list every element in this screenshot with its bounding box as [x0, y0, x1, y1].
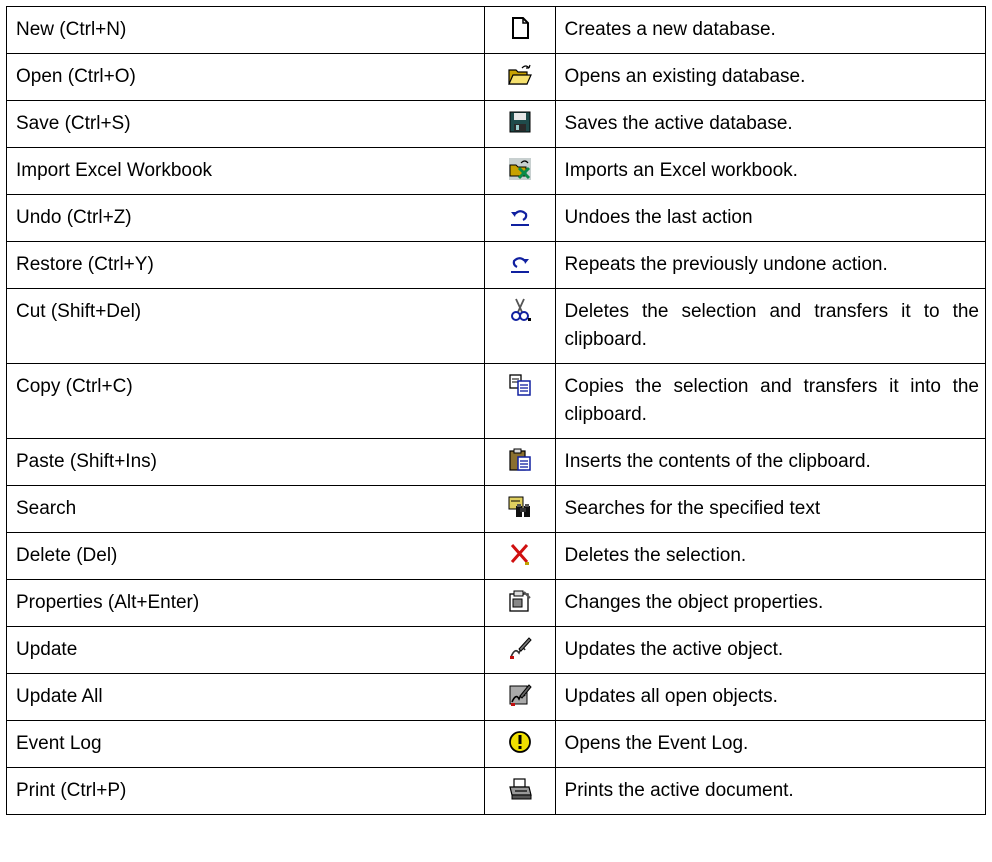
- command-description: Searches for the specified text: [554, 485, 987, 533]
- command-description: Deletes the selection and transfers it t…: [554, 288, 987, 364]
- command-description: Deletes the selection.: [554, 532, 987, 580]
- command-name: Copy (Ctrl+C): [5, 363, 486, 439]
- command-name: Restore (Ctrl+Y): [5, 241, 486, 289]
- command-description: Imports an Excel workbook.: [554, 147, 987, 195]
- table-row: Undo (Ctrl+Z) Undoes the last action: [5, 194, 987, 242]
- open-folder-icon: [507, 62, 533, 88]
- command-name: Cut (Shift+Del): [5, 288, 486, 364]
- table-row: Import Excel Workbook Imports an Excel w…: [5, 147, 987, 195]
- command-name: Paste (Shift+Ins): [5, 438, 486, 486]
- table-row: Open (Ctrl+O) Opens an existing database…: [5, 53, 987, 101]
- warning-exclamation-icon: [507, 729, 533, 755]
- table-row: Save (Ctrl+S) Saves the active database.: [5, 100, 987, 148]
- command-description: Prints the active document.: [554, 767, 987, 815]
- command-table: New (Ctrl+N) Creates a new database. Ope…: [5, 6, 987, 815]
- command-description: Saves the active database.: [554, 100, 987, 148]
- table-row: Print (Ctrl+P) Prints the active documen…: [5, 767, 987, 815]
- new-document-icon: [507, 15, 533, 41]
- command-name: New (Ctrl+N): [5, 6, 486, 54]
- command-name: Delete (Del): [5, 532, 486, 580]
- command-name: Update All: [5, 673, 486, 721]
- command-name: Update: [5, 626, 486, 674]
- import-excel-icon: [507, 156, 533, 182]
- table-row: Update Updates the active object.: [5, 626, 987, 674]
- properties-icon: [507, 588, 533, 614]
- command-description: Repeats the previously undone action.: [554, 241, 987, 289]
- binoculars-search-icon: [507, 494, 533, 520]
- table-row: New (Ctrl+N) Creates a new database.: [5, 6, 987, 54]
- table-row: Copy (Ctrl+C) Copies the selection and t…: [5, 363, 987, 439]
- command-name: Save (Ctrl+S): [5, 100, 486, 148]
- clipboard-paste-icon: [507, 447, 533, 473]
- command-description: Changes the object properties.: [554, 579, 987, 627]
- command-description: Undoes the last action: [554, 194, 987, 242]
- table-row: Delete (Del) Deletes the selection.: [5, 532, 987, 580]
- command-name: Properties (Alt+Enter): [5, 579, 486, 627]
- command-name: Print (Ctrl+P): [5, 767, 486, 815]
- table-row: Update All Updates all open objects.: [5, 673, 987, 721]
- table-row: Cut (Shift+Del) Deletes the selection an…: [5, 288, 987, 364]
- command-name: Open (Ctrl+O): [5, 53, 486, 101]
- undo-arrow-icon: [507, 203, 533, 229]
- table-row: Properties (Alt+Enter) Changes the objec…: [5, 579, 987, 627]
- command-description: Opens an existing database.: [554, 53, 987, 101]
- red-x-delete-icon: [507, 541, 533, 567]
- command-description: Opens the Event Log.: [554, 720, 987, 768]
- command-name: Search: [5, 485, 486, 533]
- command-description: Creates a new database.: [554, 6, 987, 54]
- command-description: Inserts the contents of the clipboard.: [554, 438, 987, 486]
- redo-arrow-icon: [507, 250, 533, 276]
- command-name: Undo (Ctrl+Z): [5, 194, 486, 242]
- command-description: Updates the active object.: [554, 626, 987, 674]
- command-description: Updates all open objects.: [554, 673, 987, 721]
- copy-pages-icon: [507, 372, 533, 398]
- update-pen-icon: [507, 635, 533, 661]
- command-name: Event Log: [5, 720, 486, 768]
- table-row: Event Log Opens the Event Log.: [5, 720, 987, 768]
- table-row: Paste (Shift+Ins) Inserts the contents o…: [5, 438, 987, 486]
- scissors-icon: [507, 297, 533, 323]
- table-row: Restore (Ctrl+Y) Repeats the previously …: [5, 241, 987, 289]
- command-name: Import Excel Workbook: [5, 147, 486, 195]
- update-all-icon: [507, 682, 533, 708]
- printer-icon: [507, 776, 533, 802]
- save-disk-icon: [507, 109, 533, 135]
- table-row: Search Searches for the specified text: [5, 485, 987, 533]
- command-description: Copies the selection and transfers it in…: [554, 363, 987, 439]
